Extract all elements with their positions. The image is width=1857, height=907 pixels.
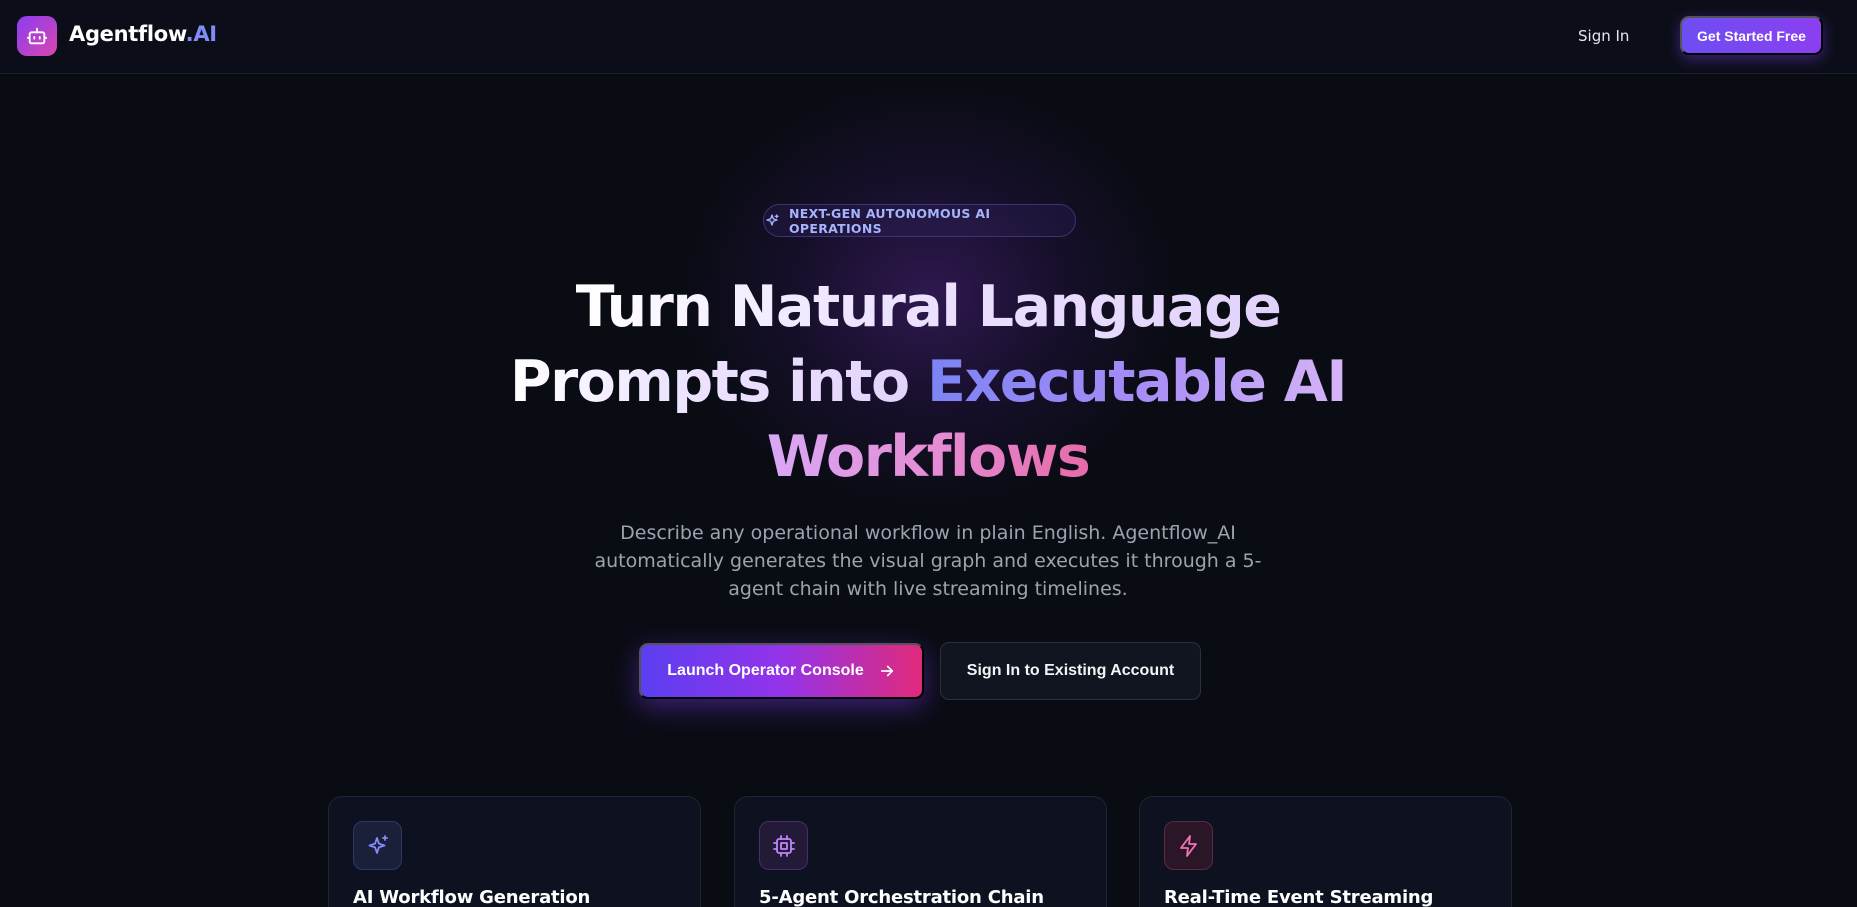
headline-line-3-accent: Workflows [766, 424, 1091, 490]
feature-card[interactable]: 5-Agent Orchestration Chain [734, 796, 1107, 907]
headline-line-1: Turn Natural Language [575, 274, 1282, 340]
feature-card[interactable]: AI Workflow Generation [328, 796, 701, 907]
feature-card-title: AI Workflow Generation [353, 887, 591, 907]
brand-name-accent: .AI [185, 22, 217, 46]
launch-console-label: Launch Operator Console [667, 662, 864, 679]
feature-card-title: Real-Time Event Streaming [1164, 887, 1434, 907]
feature-card[interactable]: Real-Time Event Streaming [1139, 796, 1512, 907]
hero-badge-text: NEXT-GEN AUTONOMOUS AI OPERATIONS [789, 205, 991, 236]
brand-name[interactable]: Agentflow.AI [69, 22, 217, 46]
cpu-icon [759, 821, 808, 870]
arrow-right-icon [878, 662, 896, 680]
zap-icon [1164, 821, 1213, 870]
sparkles-icon [353, 821, 402, 870]
headline-line-2-accent: Executable AI [927, 349, 1348, 415]
hero-description: Describe any operational workflow in pla… [594, 522, 1262, 600]
headline-line-2-plain: Prompts into [509, 349, 928, 415]
brand-name-main: Agentflow [69, 22, 186, 46]
get-started-button[interactable]: Get Started Free [1680, 16, 1823, 55]
bot-icon[interactable] [17, 16, 57, 56]
landing-page: Agentflow.AI Sign In Get Started Free NE… [0, 0, 1857, 907]
hero-headline: Turn Natural Language Prompts into Execu… [478, 270, 1378, 495]
sparkles-icon [764, 213, 780, 229]
launch-console-button[interactable]: Launch Operator Console [639, 643, 924, 699]
sign-in-link[interactable]: Sign In [1578, 24, 1629, 48]
sign-in-existing-button[interactable]: Sign In to Existing Account [940, 642, 1201, 700]
top-nav: Agentflow.AI Sign In Get Started Free [0, 0, 1857, 74]
feature-card-title: 5-Agent Orchestration Chain [759, 887, 1044, 907]
hero-badge: NEXT-GEN AUTONOMOUS AI OPERATIONS [763, 204, 1076, 237]
